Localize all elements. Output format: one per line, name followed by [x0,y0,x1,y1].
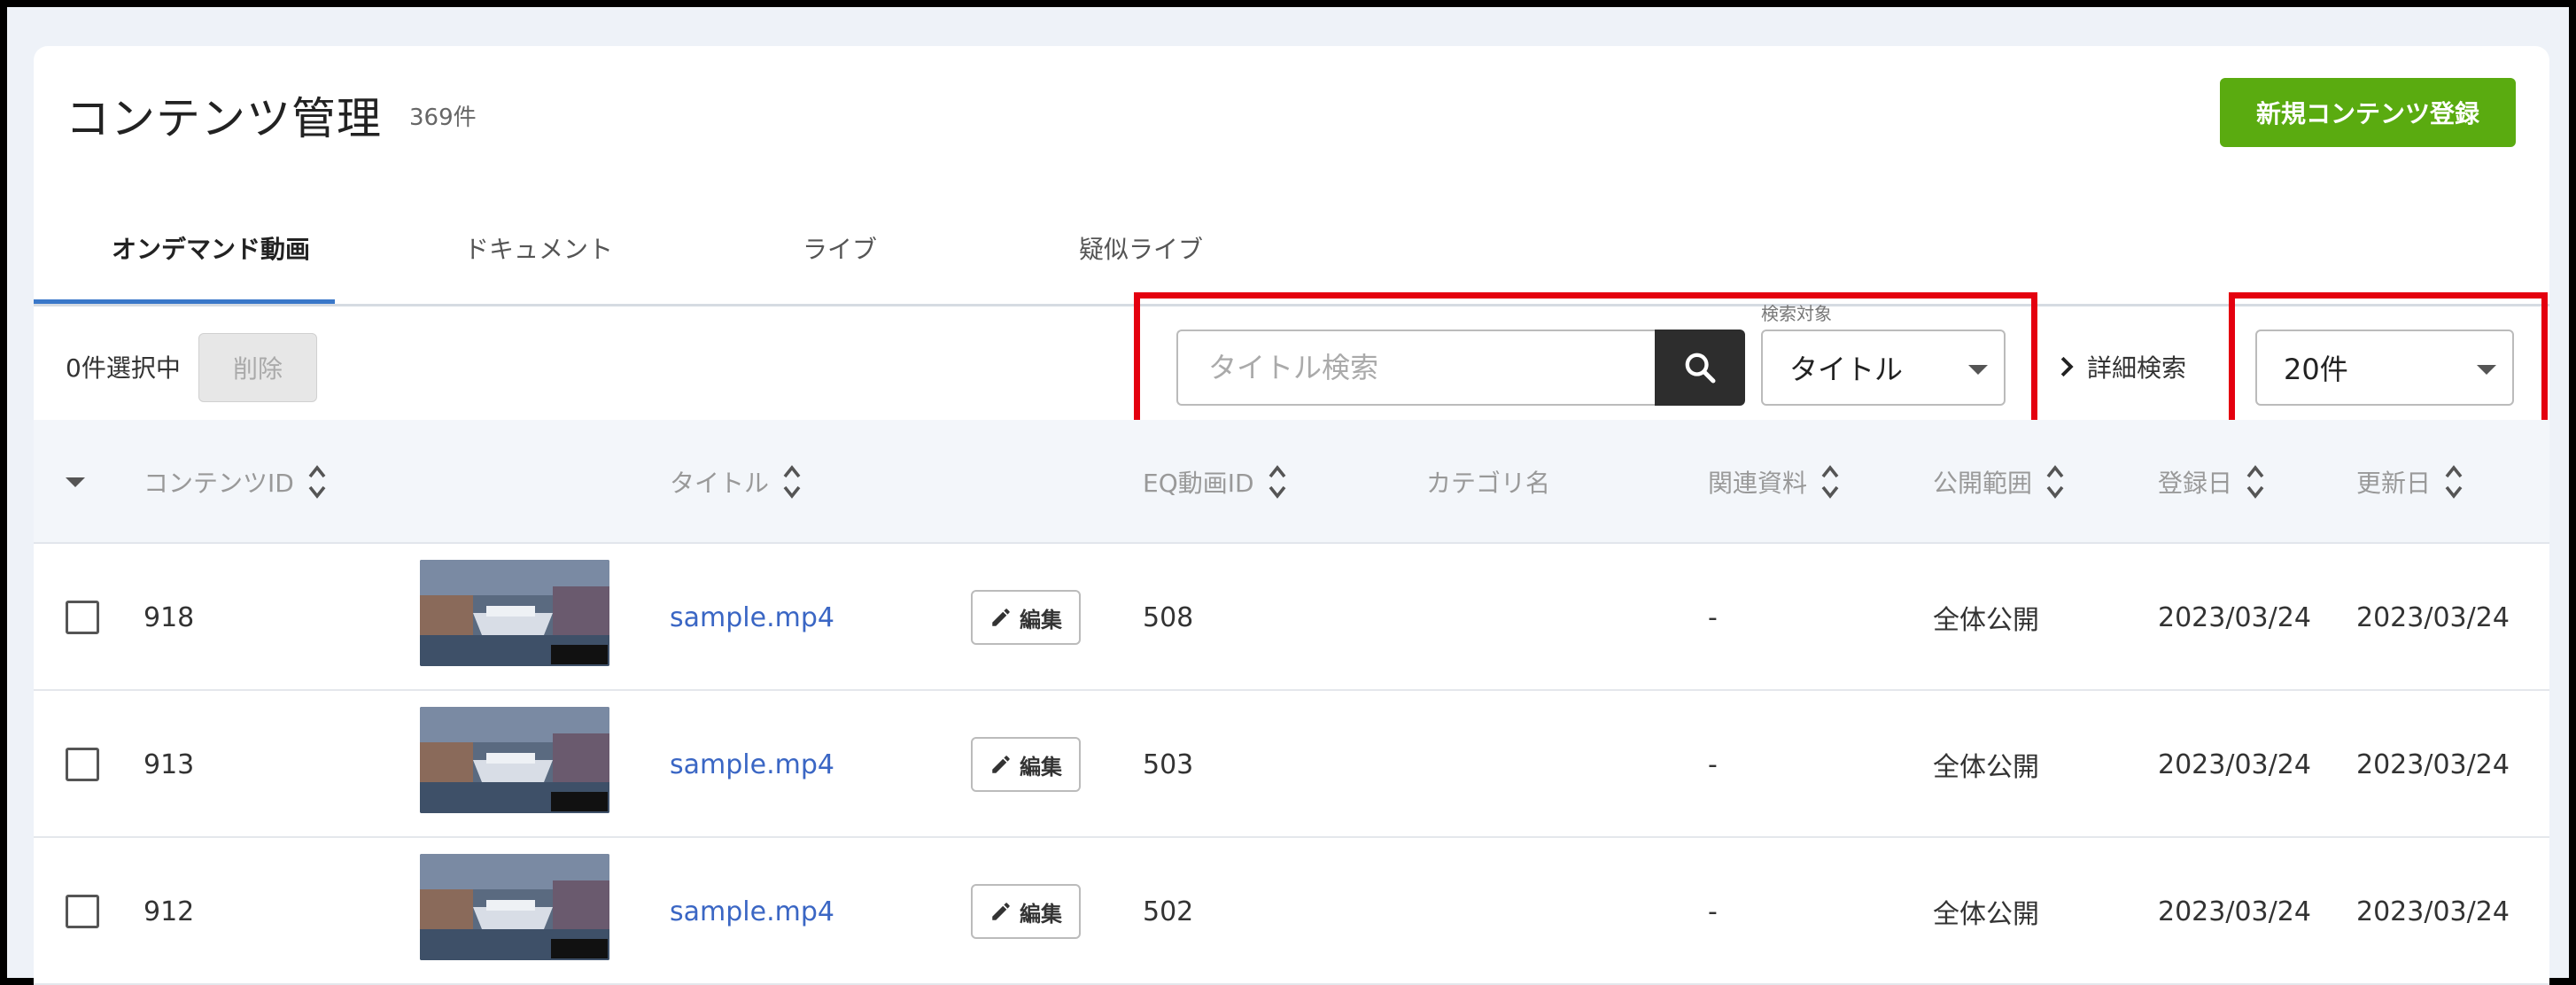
row-checkbox[interactable] [66,748,99,781]
column-header-updated[interactable]: 更新日 [2356,420,2463,544]
sort-icon [1269,465,1285,499]
visibility: 全体公開 [1933,605,2039,636]
edit-label: 編集 [1020,901,1062,927]
video-thumbnail[interactable] [420,854,609,960]
video-thumbnail[interactable] [420,707,609,813]
table-row: 918 sample.mp4 編集 508 - 全体公開 2023/03/24 … [34,544,2549,691]
visibility: 全体公開 [1933,752,2039,783]
column-label: タイトル [670,469,770,498]
caret-down-icon [66,477,85,487]
eq-video-id: 503 [1143,748,1194,780]
column-label: 公開範囲 [1933,469,2033,498]
thumbnail-image [420,707,609,813]
column-header-eq-video-id[interactable]: EQ動画ID [1143,420,1286,544]
edit-label: 編集 [1020,754,1062,779]
video-thumbnail[interactable] [420,560,609,666]
updated-date: 2023/03/24 [2356,748,2510,780]
sort-icon [2046,465,2064,499]
column-header-visibility[interactable]: 公開範囲 [1933,420,2064,544]
content-id: 912 [144,896,195,927]
row-checkbox[interactable] [66,601,99,634]
registered-date: 2023/03/24 [2158,748,2311,780]
screenshot-frame: コンテンツ管理 369件 新規コンテンツ登録 オンデマンド動画 ドキュメント ラ… [0,0,2576,985]
content-title-link[interactable]: sample.mp4 [670,838,834,985]
content-type-tabs: オンデマンド動画 ドキュメント ライブ 疑似ライブ [34,202,2549,306]
tab-live[interactable]: ライブ [689,230,990,306]
column-label: コンテンツID [144,469,294,498]
bulk-select-toggle[interactable] [66,420,85,544]
sort-icon [783,465,801,499]
column-label: カテゴリ名 [1426,469,1551,498]
edit-button[interactable]: 編集 [971,590,1081,645]
pencil-icon [992,903,1010,920]
column-label: 更新日 [2356,469,2432,498]
table-row: 912 sample.mp4 編集 502 - 全体公開 2023/03/24 … [34,838,2549,985]
updated-date: 2023/03/24 [2356,601,2510,633]
content-id: 918 [144,601,195,633]
eq-video-id: 502 [1143,896,1194,927]
sort-icon [2445,465,2463,499]
row-checkbox[interactable] [66,895,99,928]
registered-date: 2023/03/24 [2158,601,2311,633]
column-label: 登録日 [2158,469,2233,498]
selected-count: 0件選択中 [66,353,181,383]
column-header-title[interactable]: タイトル [670,420,801,544]
column-header-related[interactable]: 関連資料 [1708,420,1839,544]
advanced-search-label: 詳細検索 [2087,353,2187,383]
content-title-link[interactable]: sample.mp4 [670,544,834,691]
table-row: 913 sample.mp4 編集 503 - 全体公開 2023/03/24 … [34,691,2549,838]
sort-icon [1821,465,1839,499]
thumbnail-image [420,560,609,666]
advanced-search-link[interactable]: 詳細検索 [2059,349,2186,384]
pencil-icon [992,609,1010,626]
tab-on-demand-video[interactable]: オンデマンド動画 [60,230,361,306]
visibility: 全体公開 [1933,899,2039,930]
column-header-category: カテゴリ名 [1426,420,1550,544]
updated-date: 2023/03/24 [2356,896,2510,927]
content-panel: コンテンツ管理 369件 新規コンテンツ登録 オンデマンド動画 ドキュメント ラ… [34,46,2549,985]
per-page-highlight [2229,292,2548,429]
pencil-icon [992,756,1010,773]
page-title: コンテンツ管理 [66,93,382,144]
column-header-content-id[interactable]: コンテンツID [144,420,326,544]
content-title-link[interactable]: sample.mp4 [670,691,834,838]
column-header-registered[interactable]: 登録日 [2158,420,2264,544]
table-header: コンテンツID タイトル EQ動画ID カテゴリ名 関連資料 公開範囲 登録日 … [34,420,2549,544]
column-label: EQ動画ID [1143,469,1254,498]
content-count: 369件 [409,105,477,131]
search-area-highlight [1134,292,2037,429]
new-content-button[interactable]: 新規コンテンツ登録 [2220,78,2516,147]
registered-date: 2023/03/24 [2158,896,2311,927]
edit-button[interactable]: 編集 [971,737,1081,792]
edit-button[interactable]: 編集 [971,884,1081,939]
delete-button[interactable]: 削除 [198,333,317,402]
content-id: 913 [144,748,195,780]
edit-label: 編集 [1020,607,1062,632]
active-tab-indicator [34,299,335,304]
related-docs: - [1708,748,1718,780]
column-label: 関連資料 [1708,469,1808,498]
chevron-right-icon [2060,356,2074,377]
related-docs: - [1708,896,1718,927]
tab-document[interactable]: ドキュメント [388,230,689,306]
sort-icon [2246,465,2264,499]
sort-icon [308,465,326,499]
related-docs: - [1708,601,1718,633]
eq-video-id: 508 [1143,601,1194,633]
thumbnail-image [420,854,609,960]
